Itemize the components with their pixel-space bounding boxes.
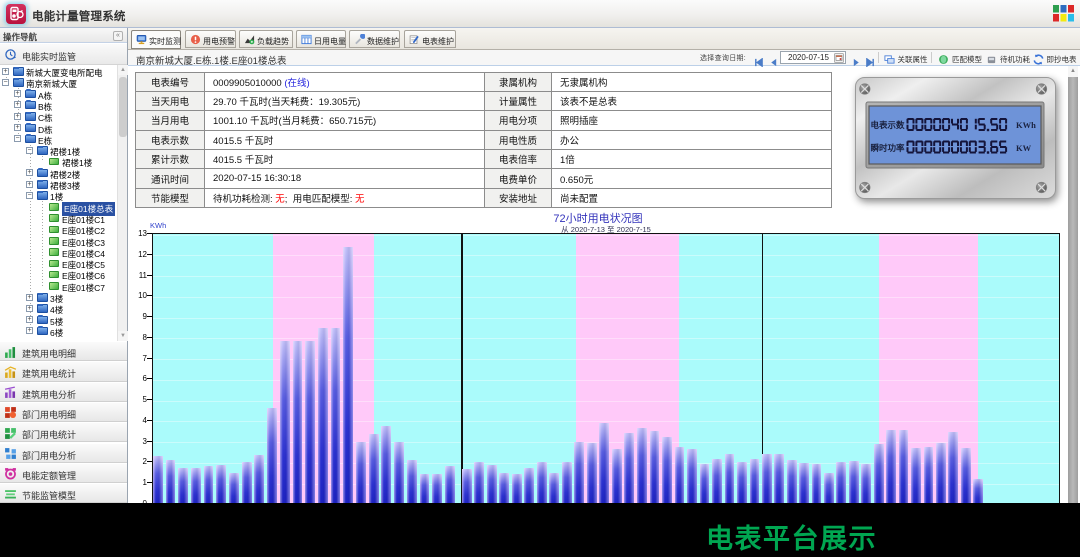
svg-text:瞬时功率: 瞬时功率 [871, 143, 906, 153]
svg-text:KWh: KWh [1016, 120, 1036, 130]
svg-text:KW: KW [1016, 143, 1032, 153]
svg-text:电表示数: 电表示数 [871, 120, 906, 130]
